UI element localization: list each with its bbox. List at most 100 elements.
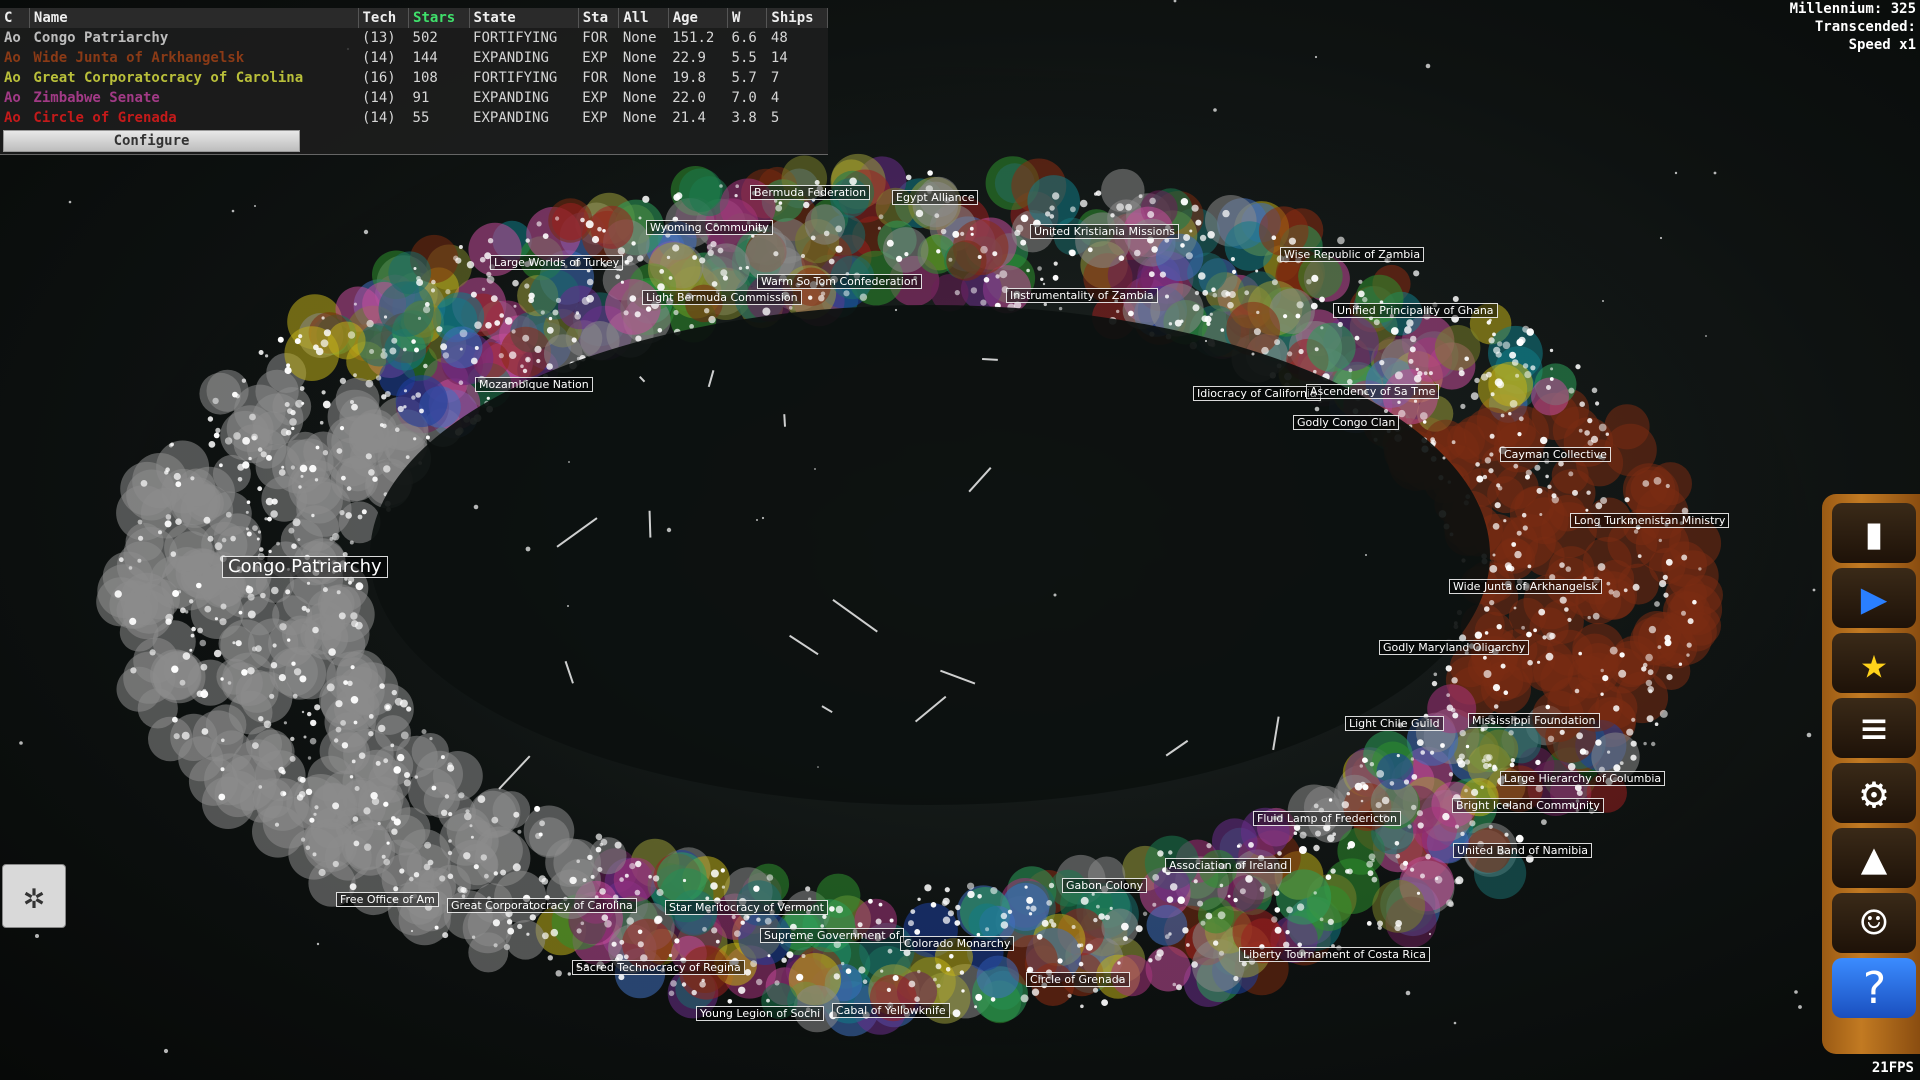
star-system: [1371, 876, 1378, 883]
cell-state: EXPANDING: [473, 50, 549, 66]
territory-cell: [1227, 875, 1264, 912]
star-system: [1348, 368, 1353, 373]
table-row[interactable]: Ao Zimbabwe Senate (14) 91 EXPANDING EXP None 2…: [0, 88, 828, 108]
star-system: [1325, 874, 1332, 880]
star-system: [415, 392, 422, 398]
column-header-c[interactable]: C: [0, 8, 30, 28]
star-system: [1142, 911, 1148, 916]
star-system: [334, 738, 339, 743]
star-system: [257, 486, 263, 492]
star-system: [322, 400, 331, 409]
table-row[interactable]: Ao Circle of Grenada (14) 55 EXPANDING EXP Non…: [0, 108, 828, 128]
stats-bars-button[interactable]: ≡: [1832, 698, 1916, 758]
star-system: [534, 805, 541, 812]
column-header-w[interactable]: W: [727, 8, 768, 28]
star-button[interactable]: ★: [1832, 633, 1916, 693]
background-star: [1365, 554, 1367, 556]
star-system: [440, 343, 448, 351]
table-row[interactable]: Ao Wide Junta of Arkhangelsk (14) 144 EXPAND…: [0, 48, 828, 68]
star-system: [173, 733, 180, 740]
column-header-tech[interactable]: Tech: [358, 8, 410, 28]
region-label: Mozambique Nation: [475, 377, 593, 392]
table-header-row[interactable]: C Name Tech Stars State Sta All Age W Ships: [0, 8, 828, 28]
background-star: [1442, 456, 1446, 460]
star-system: [1480, 727, 1485, 732]
flag-button[interactable]: ▮: [1832, 503, 1916, 563]
people-button[interactable]: ☺: [1832, 893, 1916, 953]
star-system: [170, 551, 177, 557]
settings-gear-button[interactable]: ⚙: [1832, 763, 1916, 823]
fast-forward-button[interactable]: ▶: [1832, 568, 1916, 628]
star-system: [1500, 413, 1505, 418]
star-system: [1600, 668, 1604, 673]
column-header-name[interactable]: Name: [29, 8, 359, 28]
region-label: United Band of Namibia: [1453, 843, 1592, 858]
star-system: [341, 475, 346, 481]
star-system: [1389, 781, 1395, 786]
star-system: [1546, 385, 1551, 390]
column-header-all[interactable]: All: [618, 8, 669, 28]
background-star: [473, 504, 479, 510]
star-system: [299, 675, 307, 683]
star-system: [1397, 400, 1401, 404]
star-system: [1451, 440, 1456, 445]
star-system: [952, 230, 960, 238]
configure-button[interactable]: Configure: [3, 130, 300, 152]
table-row[interactable]: Ao Congo Patriarchy (13) 502 FORTIFYING FOR No…: [0, 28, 828, 48]
star-system: [140, 480, 148, 487]
star-system: [753, 885, 760, 892]
star-system: [1299, 831, 1307, 839]
table-row[interactable]: Ao Great Corporatocracy of Carolina (16) 10…: [0, 68, 828, 88]
star-system: [1464, 788, 1468, 793]
star-system: [1647, 686, 1654, 693]
star-system: [258, 716, 264, 722]
cell-state: EXPANDING: [473, 110, 549, 126]
star-system: [1515, 834, 1524, 843]
star-system: [1618, 669, 1627, 678]
star-system: [411, 339, 416, 344]
star-system: [1430, 750, 1435, 755]
star-system: [1096, 904, 1100, 909]
column-header-stars[interactable]: Stars: [408, 8, 470, 28]
galaxy-map[interactable]: [0, 0, 1920, 1080]
star-system: [305, 788, 313, 795]
star-system: [668, 953, 673, 958]
star-system: [372, 476, 378, 482]
star-system: [353, 840, 360, 847]
star-system: [1157, 850, 1164, 857]
star-system: [395, 427, 400, 433]
star-system: [634, 311, 641, 318]
star-system: [1319, 917, 1324, 922]
star-system: [1567, 617, 1572, 623]
column-header-sta[interactable]: Sta: [578, 8, 620, 28]
star-system: [242, 437, 251, 445]
column-header-age[interactable]: Age: [668, 8, 729, 28]
help-button[interactable]: ?: [1832, 958, 1916, 1018]
region-label: Wyoming Community: [646, 220, 773, 235]
star-system: [1575, 364, 1581, 370]
star-system: [985, 927, 990, 932]
constellation-view-button[interactable]: ✲: [2, 864, 66, 928]
star-system: [1045, 211, 1051, 217]
star-system: [1470, 392, 1479, 400]
star-system: [245, 510, 249, 514]
background-star: [1213, 108, 1217, 112]
star-system: [1535, 759, 1541, 766]
star-system: [212, 397, 219, 405]
star-system: [1410, 867, 1415, 872]
cell-sta: FOR: [582, 70, 608, 86]
star-system: [445, 289, 451, 295]
star-system: [574, 313, 581, 320]
star-system: [368, 731, 374, 737]
column-header-ships[interactable]: Ships: [766, 8, 828, 28]
background-star: [567, 605, 569, 607]
cake-button[interactable]: ▲: [1832, 828, 1916, 888]
star-system: [391, 689, 397, 696]
star-system: [1314, 347, 1319, 352]
territory-cell: [1145, 946, 1191, 992]
star-system: [440, 755, 445, 760]
star-system: [1232, 269, 1237, 274]
star-system: [1049, 205, 1055, 211]
column-header-state[interactable]: State: [469, 8, 579, 28]
region-label: Cayman Collective: [1500, 447, 1611, 462]
